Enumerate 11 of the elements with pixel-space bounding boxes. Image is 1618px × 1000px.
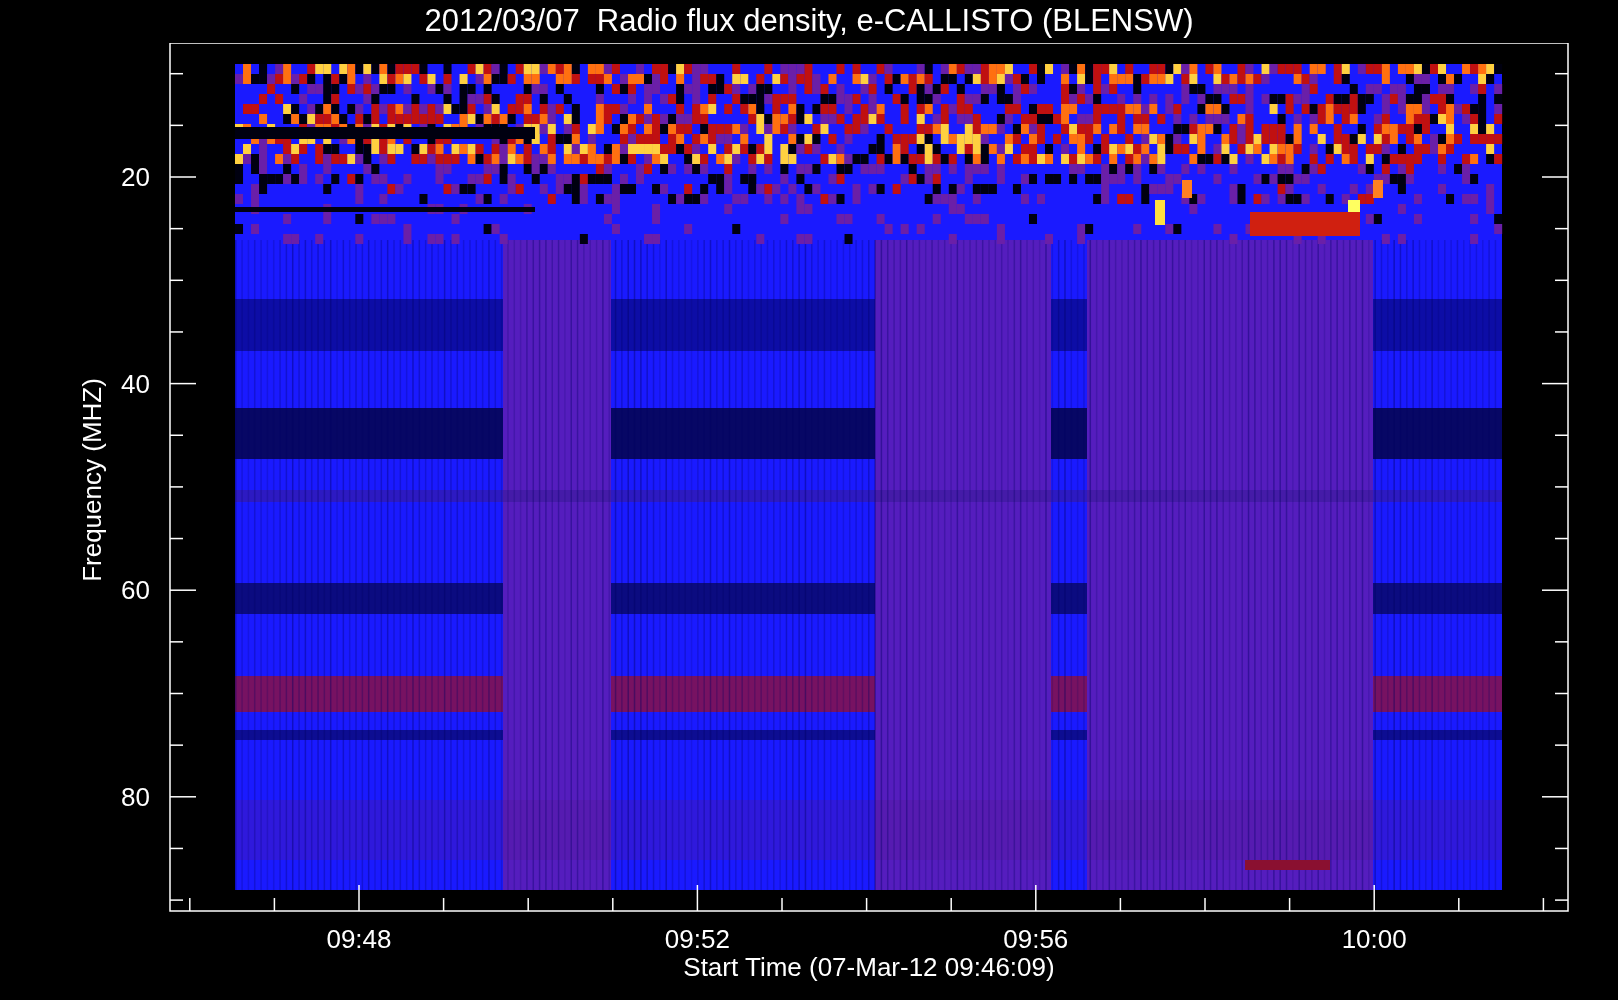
- tick-label: 09:52: [664, 924, 730, 954]
- chart-title: 2012/03/07 Radio flux density, e-CALLISTO (BLENSW): [424, 4, 1194, 39]
- tick-label: 40: [121, 368, 150, 399]
- axis-title: Frequency (MHZ): [77, 378, 107, 582]
- tick-label: 09:56: [1003, 924, 1069, 954]
- tick-label: 60: [121, 575, 150, 606]
- tick-label: 20: [121, 162, 150, 192]
- tick-label: 10:00: [1341, 924, 1407, 954]
- axis-title: Start Time (07-Mar-12 09:46:09): [683, 952, 1055, 982]
- tick-label: 80: [121, 782, 150, 813]
- tick-label: 09:48: [326, 924, 392, 954]
